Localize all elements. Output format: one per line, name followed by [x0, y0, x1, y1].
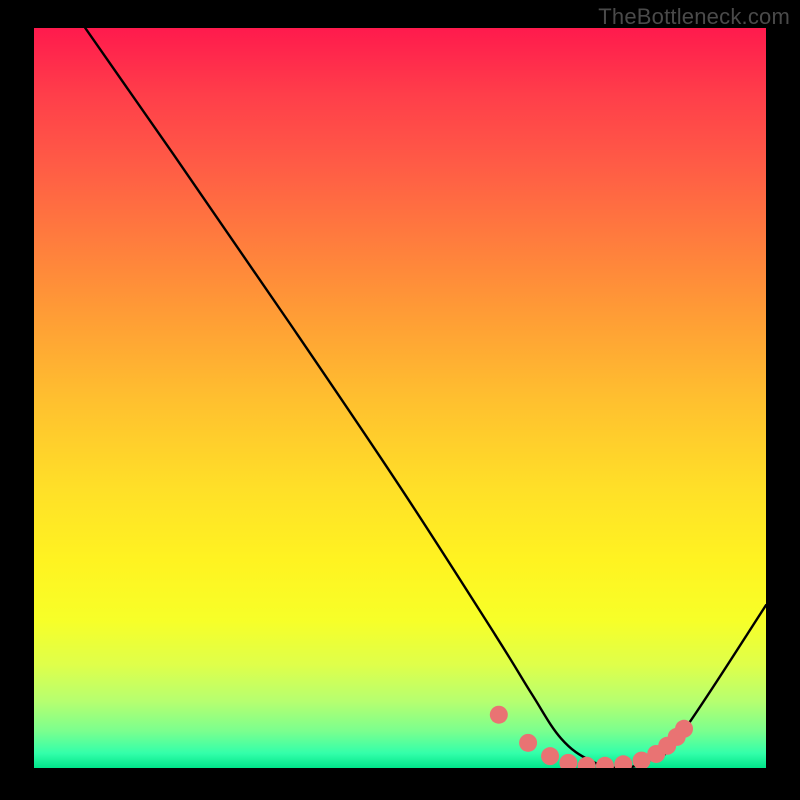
marker-dot [519, 734, 537, 752]
marker-dot [614, 755, 632, 768]
plot-area [34, 28, 766, 768]
marker-dot [675, 720, 693, 738]
chart-svg [34, 28, 766, 768]
chart-frame: TheBottleneck.com [0, 0, 800, 800]
curve-path [85, 28, 766, 768]
marker-dot [596, 757, 614, 768]
marker-group [490, 706, 693, 768]
marker-dot [559, 754, 577, 768]
watermark-text: TheBottleneck.com [598, 4, 790, 30]
marker-dot [541, 747, 559, 765]
marker-dot [578, 757, 596, 768]
marker-dot [490, 706, 508, 724]
